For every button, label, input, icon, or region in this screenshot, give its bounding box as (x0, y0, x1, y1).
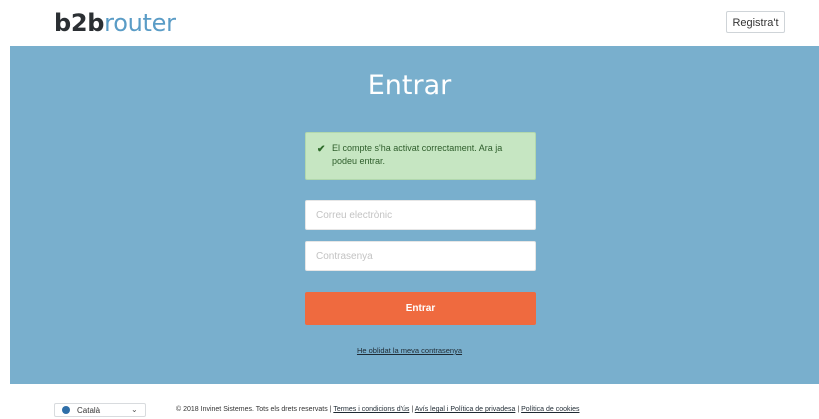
register-button[interactable]: Registra't (726, 11, 785, 33)
legal-privacy-link[interactable]: Avís legal i Política de privadesa (415, 406, 516, 413)
copyright-text: © 2018 Invinet Sistemes. Tots els drets … (176, 406, 328, 413)
success-alert: ✔ El compte s'ha activat correctament. A… (305, 132, 536, 180)
terms-link[interactable]: Termes i condicions d'ús (333, 406, 409, 413)
page-title: Entrar (367, 70, 452, 101)
password-field[interactable] (305, 241, 536, 271)
logo[interactable]: b2brouter (54, 9, 176, 37)
logo-light-text: router (104, 9, 176, 37)
language-selector[interactable]: Català ⌄ (54, 403, 146, 417)
language-label: Català (77, 406, 101, 415)
footer-links: © 2018 Invinet Sistemes. Tots els drets … (176, 406, 580, 413)
check-icon: ✔ (317, 144, 326, 155)
alert-message: El compte s'ha activat correctament. Ara… (332, 143, 503, 166)
submit-button[interactable]: Entrar (305, 292, 536, 325)
forgot-password-link[interactable]: He oblidat la meva contrasenya (0, 346, 819, 355)
cookies-link[interactable]: Política de cookies (521, 406, 579, 413)
logo-bold-text: b2b (54, 9, 105, 37)
email-field[interactable] (305, 200, 536, 230)
chevron-down-icon: ⌄ (131, 405, 138, 414)
globe-icon (62, 406, 70, 414)
header: b2brouter Registra't (0, 0, 819, 46)
